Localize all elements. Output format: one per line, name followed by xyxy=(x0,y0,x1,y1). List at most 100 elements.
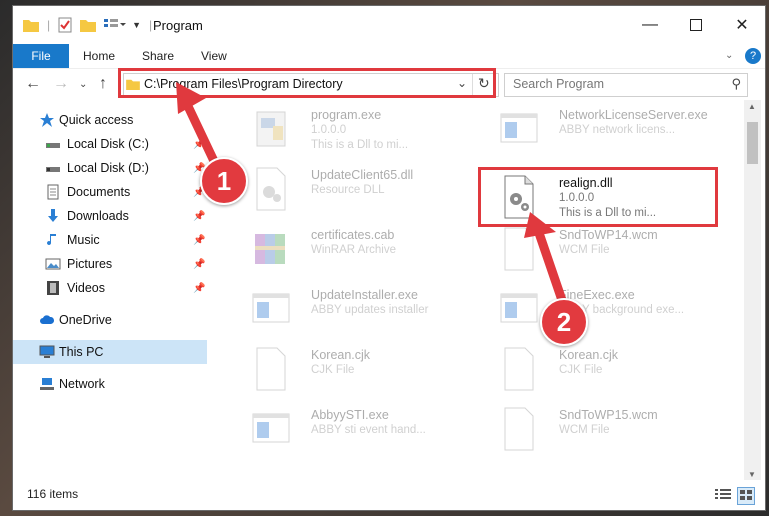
file-detail: WinRAR Archive xyxy=(311,244,396,256)
sidebar-item-label: Downloads xyxy=(67,209,129,223)
back-button[interactable]: ← xyxy=(25,75,41,93)
exe-icon xyxy=(256,111,286,147)
title-bar: | ▼ | Program — ✕ xyxy=(13,6,765,44)
properties-icon[interactable] xyxy=(58,17,72,33)
vertical-scrollbar[interactable]: ▲ ▼ xyxy=(744,100,761,482)
file-name: AbbyySTI.exe xyxy=(311,408,389,422)
sidebar-item-this-pc[interactable]: This PC xyxy=(13,340,207,364)
tab-home[interactable]: Home xyxy=(83,44,115,68)
drive-icon xyxy=(46,167,60,172)
tab-share[interactable]: Share xyxy=(142,44,174,68)
minimize-icon: — xyxy=(642,16,658,33)
pc-icon xyxy=(39,345,55,358)
documents-icon xyxy=(47,184,59,200)
window-title: Program xyxy=(153,18,203,33)
blank-file-icon xyxy=(256,347,286,391)
file-item[interactable]: NetworkLicenseServer.exe ABBY network li… xyxy=(481,102,721,158)
scroll-down-icon[interactable]: ▼ xyxy=(748,470,756,479)
file-name: Korean.cjk xyxy=(311,348,371,362)
file-detail: 1.0.0.0 xyxy=(311,124,347,136)
up-button[interactable]: ↑ xyxy=(99,75,107,93)
videos-icon xyxy=(47,281,59,295)
view-options-icon[interactable] xyxy=(104,18,127,32)
drive-icon xyxy=(46,143,60,148)
file-item[interactable]: FineExec.exe ABBY background exe... xyxy=(481,282,721,338)
file-detail: ABBY updates installer xyxy=(311,304,429,316)
sidebar-item-videos[interactable]: Videos 📌 xyxy=(13,276,207,300)
sidebar-item-label: Quick access xyxy=(59,113,134,127)
file-detail: CJK File xyxy=(559,364,603,376)
sidebar-item-label: This PC xyxy=(59,345,104,359)
file-item[interactable]: SndToWP15.wcm WCM File xyxy=(481,402,721,458)
download-icon xyxy=(48,209,58,222)
forward-button[interactable]: → xyxy=(53,75,69,93)
sidebar-item-label: Music xyxy=(67,233,100,247)
archive-icon xyxy=(255,234,285,264)
file-name: UpdateInstaller.exe xyxy=(311,288,419,302)
pictures-icon xyxy=(45,258,61,270)
file-detail: WCM File xyxy=(559,424,610,436)
file-name: certificates.cab xyxy=(311,228,395,242)
minimize-button[interactable]: — xyxy=(627,6,673,44)
dll-gear-icon xyxy=(256,167,286,211)
file-item[interactable]: Korean.cjk CJK File xyxy=(481,342,721,398)
sidebar-item-label: Network xyxy=(59,377,105,391)
maximize-button[interactable] xyxy=(673,6,719,44)
file-item[interactable]: certificates.cab WinRAR Archive xyxy=(233,222,473,278)
sidebar-item-label: Videos xyxy=(67,281,105,295)
file-name: SndToWP15.wcm xyxy=(559,408,658,422)
tiles-view-icon[interactable] xyxy=(737,487,755,505)
file-item[interactable]: program.exe 1.0.0.0 This is a Dll to mi.… xyxy=(233,102,473,158)
file-detail: ABBY network licens... xyxy=(559,124,676,136)
file-item[interactable]: UpdateClient65.dll Resource DLL xyxy=(233,162,473,218)
blank-file-icon xyxy=(504,407,534,451)
help-button[interactable]: ? xyxy=(745,48,761,64)
sidebar-item-onedrive[interactable]: OneDrive xyxy=(13,308,207,332)
sidebar-item-label: Pictures xyxy=(67,257,113,271)
scrollbar-thumb[interactable] xyxy=(747,122,758,164)
chevron-down-icon: ⌄ xyxy=(725,50,734,61)
file-list: program.exe 1.0.0.0 This is a Dll to mi.… xyxy=(213,100,743,470)
up-arrow-icon: ↑ xyxy=(99,75,107,92)
sidebar-item-pictures[interactable]: Pictures 📌 xyxy=(13,252,207,276)
file-detail: Resource DLL xyxy=(311,184,385,196)
sidebar-item-label: Documents xyxy=(67,185,131,199)
step-1-badge: 1 xyxy=(200,157,248,205)
quick-access-toolbar: | ▼ | xyxy=(23,16,152,34)
customize-toolbar-dropdown[interactable]: ▼ xyxy=(132,20,141,30)
app-window-icon xyxy=(252,413,290,443)
folder-icon xyxy=(23,20,39,32)
network-icon xyxy=(40,378,54,390)
tab-view[interactable]: View xyxy=(201,44,227,68)
file-item[interactable]: Korean.cjk CJK File xyxy=(233,342,473,398)
forward-arrow-icon: → xyxy=(53,75,69,92)
sidebar-item-downloads[interactable]: Downloads 📌 xyxy=(13,204,207,228)
sidebar-item-music[interactable]: Music 📌 xyxy=(13,228,207,252)
recent-locations-button[interactable]: ⌄ xyxy=(79,79,87,90)
search-box[interactable]: Search Program ⚲ xyxy=(504,73,748,97)
close-button[interactable]: ✕ xyxy=(719,6,765,44)
new-folder-icon[interactable] xyxy=(80,18,97,32)
help-icon: ? xyxy=(749,50,757,62)
pin-icon: 📌 xyxy=(193,282,206,294)
ribbon-tabs: File Home Share View ⌄ ? xyxy=(13,44,765,100)
blank-file-icon xyxy=(504,347,534,391)
expand-ribbon-button[interactable]: ⌄ xyxy=(725,44,733,68)
file-item[interactable]: UpdateInstaller.exe ABBY updates install… xyxy=(233,282,473,338)
file-name: UpdateClient65.dll xyxy=(311,168,414,182)
file-item[interactable]: SndToWP14.wcm WCM File xyxy=(481,222,721,278)
search-input[interactable]: Search Program xyxy=(513,77,604,91)
chevron-down-icon: ⌄ xyxy=(79,79,88,90)
app-window-icon xyxy=(252,293,290,323)
file-name: program.exe xyxy=(311,108,382,122)
app-window-icon xyxy=(500,113,538,143)
pin-icon: 📌 xyxy=(193,234,206,246)
details-view-icon[interactable] xyxy=(715,488,731,503)
file-detail: CJK File xyxy=(311,364,355,376)
pin-icon: 📌 xyxy=(193,258,206,270)
file-item[interactable]: AbbyySTI.exe ABBY sti event hand... xyxy=(233,402,473,458)
sidebar-item-network[interactable]: Network xyxy=(13,372,207,396)
scroll-up-icon[interactable]: ▲ xyxy=(748,102,756,111)
pin-icon: 📌 xyxy=(193,210,206,222)
maximize-icon xyxy=(690,19,702,31)
